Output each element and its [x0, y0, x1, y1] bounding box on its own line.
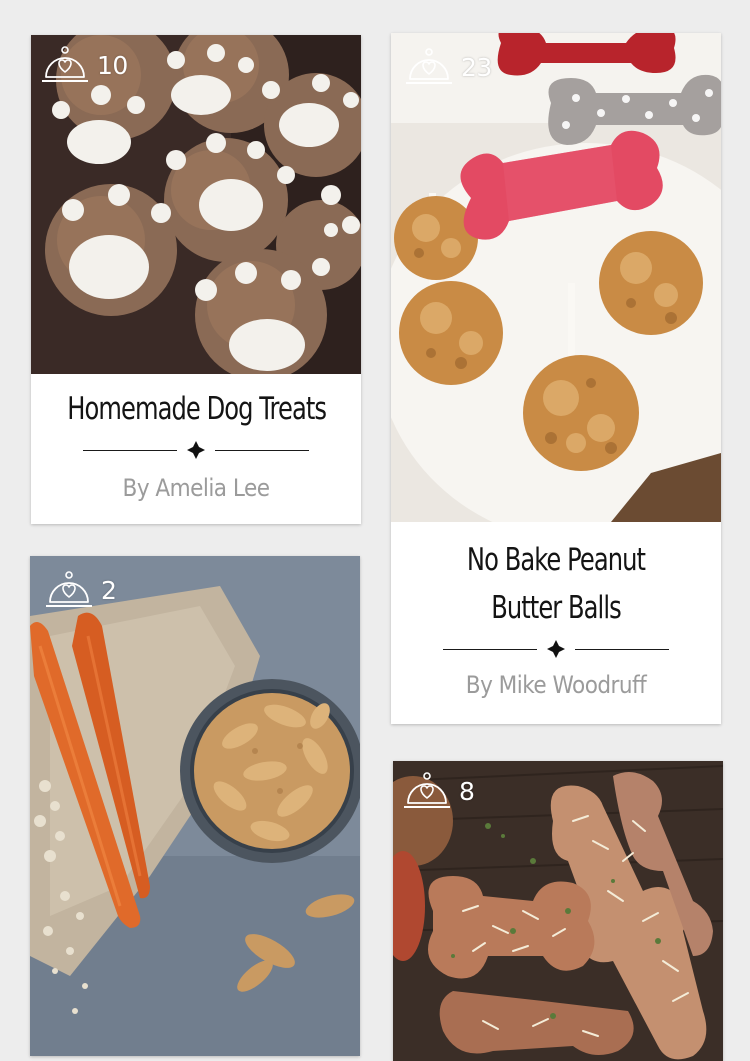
- title-divider: [391, 639, 721, 659]
- likes-counter[interactable]: 10: [41, 45, 128, 85]
- divider-line: [215, 449, 309, 451]
- title-divider: [31, 440, 361, 460]
- recipe-author[interactable]: By Mike Woodruff: [408, 671, 705, 699]
- recipe-card-homemade-dog-treats[interactable]: 10 Homemade Dog Treats By Amelia Lee: [31, 35, 361, 524]
- diamond-icon: [547, 640, 565, 658]
- likes-counter[interactable]: 2: [45, 570, 117, 610]
- recipe-photo-dog-paw-treats[interactable]: [31, 35, 361, 374]
- recipe-card-carrot-biscuits[interactable]: 2: [30, 556, 360, 1056]
- diamond-icon: [187, 441, 205, 459]
- likes-count: 2: [101, 575, 117, 605]
- recipe-author[interactable]: By Amelia Lee: [48, 474, 345, 502]
- recipe-card-bone-treats[interactable]: 8: [393, 761, 723, 1061]
- likes-counter[interactable]: 23: [405, 47, 492, 87]
- likes-count: 10: [97, 50, 128, 80]
- recipe-photo-carrot-dog-biscuits[interactable]: [30, 556, 360, 1056]
- divider-line: [83, 449, 177, 451]
- cloche-heart-icon: [46, 571, 92, 607]
- likes-counter[interactable]: 8: [403, 771, 475, 811]
- likes-count: 23: [461, 52, 492, 82]
- cloche-heart-icon: [404, 772, 450, 808]
- cloche-heart-icon: [406, 48, 452, 84]
- recipe-photo-peanut-butter-balls[interactable]: [391, 33, 721, 522]
- recipe-title[interactable]: Homemade Dog Treats: [67, 385, 327, 433]
- recipe-card-no-bake-peanut-butter-balls[interactable]: 23 No Bake Peanut Butter Balls By Mike W…: [391, 33, 721, 724]
- recipe-title-line-2[interactable]: Butter Balls: [427, 584, 684, 632]
- cloche-heart-icon: [42, 46, 88, 82]
- divider-line: [575, 648, 669, 650]
- divider-line: [443, 648, 537, 650]
- likes-count: 8: [459, 776, 475, 806]
- recipe-title-line-1[interactable]: No Bake Peanut: [427, 536, 684, 584]
